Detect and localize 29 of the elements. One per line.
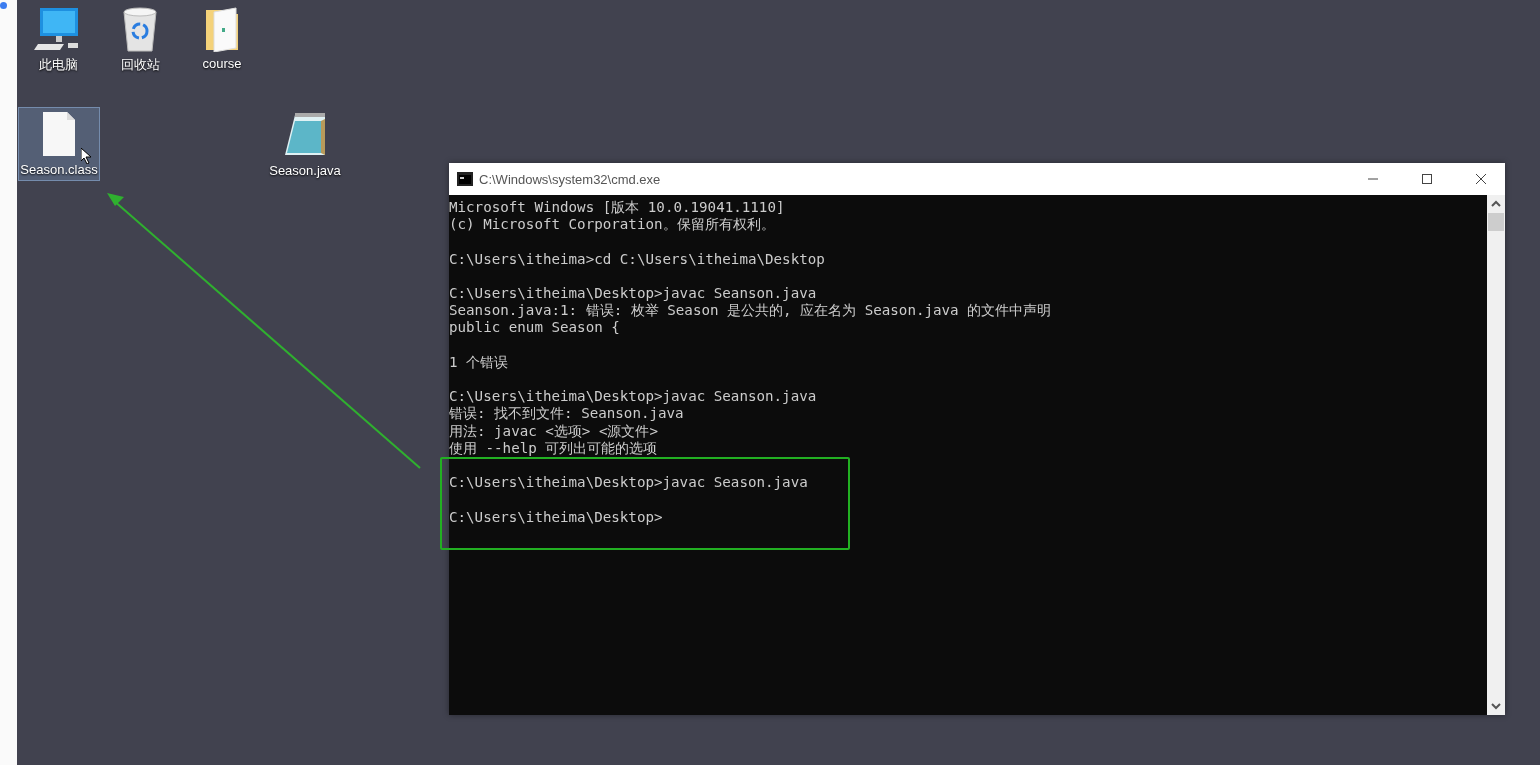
terminal-line: 1 个错误: [449, 353, 510, 371]
desktop-icon[interactable]: 此电脑: [17, 3, 99, 78]
recycle-bin-icon: [120, 6, 160, 52]
terminal-line: C:\Users\itheima\Desktop>javac Seanson.java: [449, 388, 818, 406]
scroll-thumb[interactable]: [1488, 213, 1504, 231]
dot-icon: [0, 2, 7, 9]
terminal-line: 用法: javac <选项> <源文件>: [449, 422, 660, 440]
terminal-line: public enum Season {: [449, 319, 621, 337]
terminal-line: C:\Users\itheima\Desktop>javac Seanson.java: [449, 285, 818, 303]
terminal-line: (c) Microsoft Corporation。保留所有权利。: [449, 216, 776, 234]
scrollbar[interactable]: [1487, 195, 1505, 715]
terminal-line: C:\Users\itheima\Desktop>javac Season.java: [449, 474, 809, 492]
maximize-icon: [1421, 173, 1433, 185]
terminal-line: Microsoft Windows [版本 10.0.19041.1110]: [449, 199, 786, 217]
terminal-line: 错误: 找不到文件: Seanson.java: [449, 405, 685, 423]
console-icon: [457, 172, 473, 186]
close-icon: [1475, 173, 1487, 185]
desktop-icon[interactable]: 回收站: [99, 3, 181, 78]
terminal-line: Seanson.java:1: 错误: 枚举 Season 是公共的, 应在名为 Season.java 的文件中声明: [449, 302, 1053, 320]
desktop-icon[interactable]: Season.java: [264, 108, 346, 182]
scroll-down-icon: [1491, 702, 1501, 710]
desktop-icon[interactable]: course: [181, 3, 263, 75]
desktop-icon[interactable]: Season.class: [18, 107, 100, 181]
terminal-line: C:\Users\itheima>cd C:\Users\itheima\Desktop: [449, 250, 826, 268]
window-title: C:\Windows\system32\cmd.exe: [479, 171, 662, 187]
scroll-up-icon: [1491, 200, 1501, 208]
cursor-icon: [81, 148, 92, 164]
terminal-line: C:\Users\itheima\Desktop>: [449, 508, 664, 526]
terminal-line: 使用 --help 可列出可能的选项: [449, 439, 659, 457]
